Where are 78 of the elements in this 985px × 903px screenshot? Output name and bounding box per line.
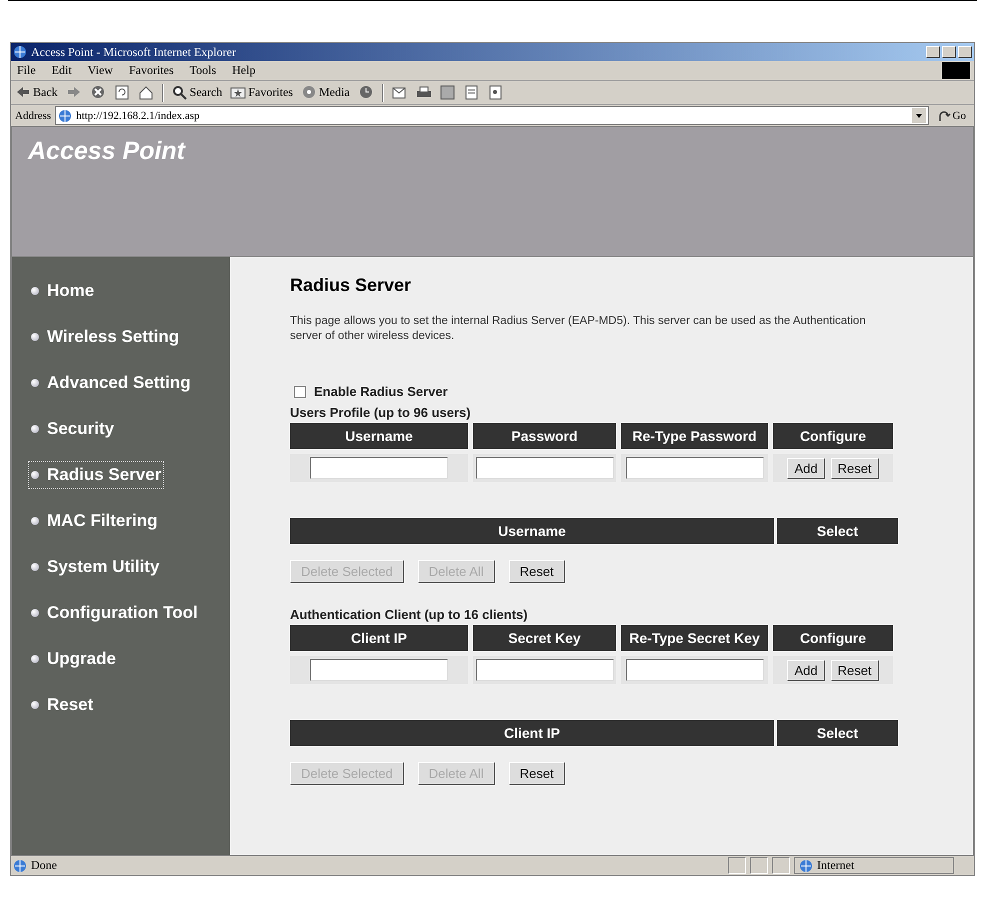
sidebar-item[interactable]: Upgrade bbox=[28, 645, 119, 673]
close-button[interactable] bbox=[958, 46, 972, 58]
sidebar-item[interactable]: Radius Server bbox=[28, 461, 164, 489]
globe-icon bbox=[13, 45, 27, 59]
column-header: Select bbox=[777, 720, 898, 746]
text-field[interactable] bbox=[476, 457, 614, 479]
add-button[interactable]: Add bbox=[787, 660, 825, 680]
text-field[interactable] bbox=[310, 457, 448, 479]
section-title: Users Profile (up to 96 users) bbox=[290, 405, 472, 420]
column-header: Client IP bbox=[290, 720, 774, 746]
minimize-button[interactable] bbox=[926, 46, 940, 58]
column-header: Secret Key bbox=[473, 625, 616, 651]
disc-icon bbox=[300, 85, 317, 100]
logo-icon bbox=[942, 62, 970, 79]
menu-item[interactable]: File bbox=[15, 63, 38, 78]
window-title: Access Point - Microsoft Internet Explorer bbox=[31, 44, 236, 60]
menu-item[interactable]: Edit bbox=[50, 63, 74, 78]
menu-item[interactable]: Tools bbox=[188, 63, 218, 78]
search-icon bbox=[172, 85, 188, 100]
enable-checkbox[interactable] bbox=[294, 386, 306, 398]
go-button[interactable]: Go bbox=[932, 108, 970, 122]
page-title: Radius Server bbox=[290, 275, 412, 296]
menu-item[interactable]: View bbox=[86, 63, 115, 78]
menu-item[interactable]: Favorites bbox=[126, 63, 176, 78]
history-icon[interactable] bbox=[358, 85, 374, 100]
status-text: Done bbox=[31, 858, 57, 873]
menu-item[interactable]: Help bbox=[230, 63, 258, 78]
envelope-icon bbox=[392, 85, 408, 100]
text-field[interactable] bbox=[310, 659, 448, 681]
sidebar-item[interactable]: Reset bbox=[28, 691, 96, 719]
mail-icon[interactable] bbox=[392, 85, 408, 100]
reset-button[interactable]: Reset bbox=[830, 660, 879, 680]
column-header: Configure bbox=[773, 423, 893, 449]
go-arrow-icon bbox=[936, 108, 951, 122]
reset-button[interactable]: Reset bbox=[830, 458, 879, 478]
star-folder-icon bbox=[230, 85, 246, 100]
text-field[interactable] bbox=[476, 659, 614, 681]
toolbar-button[interactable]: Back bbox=[15, 85, 58, 100]
printer-icon bbox=[416, 85, 432, 100]
column-header: Username bbox=[290, 423, 468, 449]
add-button[interactable]: Add bbox=[787, 458, 825, 478]
toolbar-button[interactable]: Search bbox=[172, 85, 222, 100]
back-arrow-icon bbox=[15, 85, 31, 100]
enable-label: Enable Radius Server bbox=[314, 384, 448, 399]
sidebar-item[interactable]: Advanced Setting bbox=[28, 369, 194, 397]
sidebar-item[interactable]: System Utility bbox=[28, 553, 162, 581]
print-icon[interactable] bbox=[416, 85, 432, 100]
column-header: Client IP bbox=[290, 625, 468, 651]
maximize-button[interactable] bbox=[942, 46, 956, 58]
sidebar-item[interactable]: MAC Filtering bbox=[28, 507, 160, 535]
column-header: Re-Type Secret Key bbox=[621, 625, 768, 651]
dropdown-icon[interactable] bbox=[912, 108, 926, 123]
sidebar-item[interactable]: Home bbox=[28, 277, 98, 305]
toolbar-button[interactable]: Favorites bbox=[230, 85, 293, 100]
globe-icon bbox=[799, 858, 813, 872]
site-title: Access Point bbox=[28, 137, 186, 165]
text-field[interactable] bbox=[626, 659, 764, 681]
column-header: Select bbox=[777, 518, 898, 544]
column-header: Password bbox=[473, 423, 616, 449]
forward-arrow-icon bbox=[66, 85, 82, 100]
clock-icon bbox=[358, 85, 374, 100]
zone-indicator: Internet bbox=[794, 857, 954, 874]
globe-icon bbox=[58, 108, 72, 122]
sidebar-item[interactable]: Wireless Setting bbox=[28, 323, 182, 351]
section-title: Authentication Client (up to 16 clients) bbox=[290, 607, 529, 622]
address-field[interactable]: http://192.168.2.1/index.asp bbox=[55, 106, 929, 125]
column-header: Configure bbox=[773, 625, 893, 651]
globe-icon bbox=[13, 858, 27, 872]
sidebar-item[interactable]: Configuration Tool bbox=[28, 599, 201, 627]
page-description: This page allows you to set the internal Radius Server (EAP-MD5). This server can be used as the Authentication server of other wireless devices. bbox=[290, 314, 867, 344]
text-field[interactable] bbox=[626, 457, 764, 479]
column-header: Re-Type Password bbox=[621, 423, 768, 449]
column-header: Username bbox=[290, 518, 774, 544]
toolbar-button[interactable]: Media bbox=[300, 85, 350, 100]
sidebar-item[interactable]: Security bbox=[28, 415, 118, 443]
action-button[interactable]: Reset bbox=[508, 762, 565, 785]
address-label: Address bbox=[15, 110, 52, 122]
action-button[interactable]: Reset bbox=[508, 560, 565, 583]
